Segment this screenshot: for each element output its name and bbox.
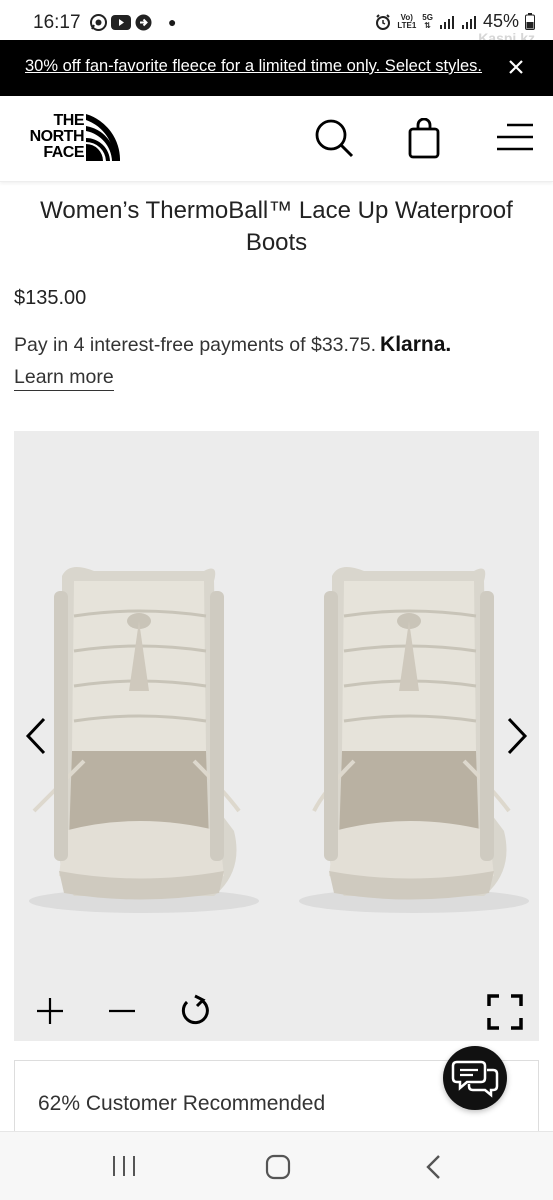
signal-icon-2: [461, 15, 476, 29]
klarna-logo: Klarna.: [380, 333, 452, 356]
battery-percent: 45%: [482, 11, 519, 31]
logo-text: THE NORTH FACE: [29, 112, 85, 161]
status-app-icons: [90, 14, 152, 31]
product-image: [29, 567, 529, 913]
recommendation-text: 62% Customer Recommended: [38, 1092, 326, 1115]
android-nav-bar: [0, 1131, 553, 1200]
rotate-icon[interactable]: [179, 994, 211, 1028]
status-time: 16:17: [33, 12, 81, 33]
chat-bubbles-icon: [451, 1060, 499, 1098]
product-title: Women’s ThermoBall™ Lace Up Waterproof B…: [40, 197, 513, 256]
the-north-face-logo[interactable]: THE NORTH FACE: [14, 113, 120, 163]
site-header: THE NORTH FACE: [0, 96, 553, 182]
five-g-badge: 5G ⇅: [422, 12, 433, 30]
shopping-bag-icon[interactable]: [406, 118, 442, 160]
learn-more-link[interactable]: Learn more: [14, 366, 114, 391]
chevron-right-icon[interactable]: [501, 713, 531, 759]
logo-mark-icon: [86, 114, 120, 161]
status-dot: ●: [168, 14, 177, 30]
chevron-left-icon[interactable]: [22, 713, 52, 759]
chat-button[interactable]: [443, 1046, 507, 1110]
recents-icon[interactable]: [111, 1155, 137, 1177]
back-icon[interactable]: [424, 1153, 442, 1181]
arrow-circle-icon: [135, 14, 152, 31]
status-right: Vo) LTE1 5G ⇅ 45%: [375, 11, 535, 32]
search-icon[interactable]: [314, 118, 354, 158]
zoom-in-icon[interactable]: [36, 997, 64, 1025]
klarna-message: Pay in 4 interest-free payments of $33.7…: [14, 333, 451, 357]
whatsapp-icon: [90, 14, 107, 31]
status-bar: 16:17 ● Vo) LTE1 5G ⇅ 45% Kaspi.kz: [0, 0, 553, 46]
left-boot: [29, 567, 259, 913]
product-price: $135.00: [14, 287, 87, 309]
close-icon[interactable]: [505, 56, 527, 78]
hamburger-menu-icon[interactable]: [495, 121, 535, 153]
alarm-icon: [376, 13, 391, 30]
home-icon[interactable]: [265, 1154, 291, 1180]
promo-link[interactable]: 30% off fan-favorite fleece for a limite…: [25, 57, 482, 76]
fullscreen-icon[interactable]: [487, 994, 523, 1030]
volte-badge: Vo) LTE1: [397, 12, 417, 30]
battery-icon: [525, 13, 535, 30]
right-boot: [299, 567, 529, 913]
youtube-icon: [111, 15, 131, 30]
zoom-out-icon[interactable]: [108, 997, 136, 1025]
klarna-text: Pay in 4 interest-free payments of $33.7…: [14, 334, 377, 356]
product-gallery[interactable]: [14, 431, 539, 1041]
signal-icon: [439, 15, 454, 29]
promo-banner: 30% off fan-favorite fleece for a limite…: [0, 40, 553, 96]
